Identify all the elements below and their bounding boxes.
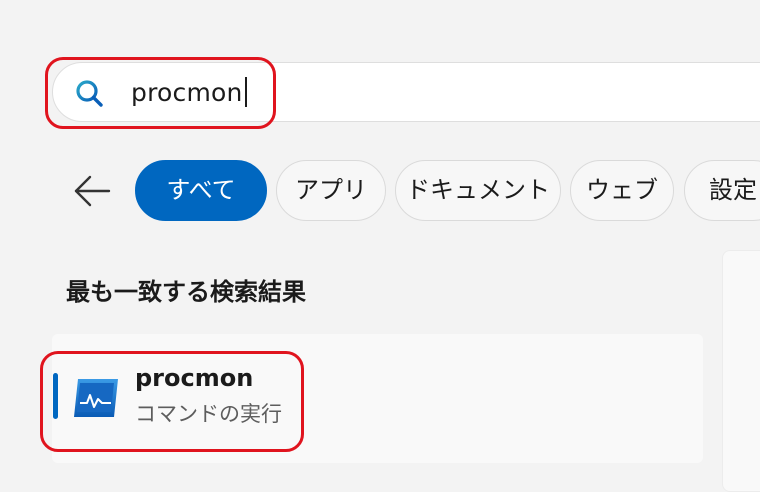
back-arrow-icon[interactable] xyxy=(72,170,114,212)
result-highlight-annotation xyxy=(40,351,304,452)
filter-chip-documents[interactable]: ドキュメント xyxy=(395,160,561,221)
filter-chip-all[interactable]: すべて xyxy=(135,160,267,221)
filter-chip-label: ドキュメント xyxy=(406,176,550,204)
search-highlight-annotation xyxy=(45,57,276,129)
filter-chip-settings[interactable]: 設定 xyxy=(684,160,760,221)
filter-chip-web[interactable]: ウェブ xyxy=(570,160,674,221)
filter-chip-label: 設定 xyxy=(709,176,757,204)
filter-chip-apps[interactable]: アプリ xyxy=(276,160,386,221)
preview-pane xyxy=(722,250,760,492)
filter-chip-label: ウェブ xyxy=(586,176,658,204)
filter-chip-label: すべて xyxy=(166,176,236,204)
filter-chip-label: アプリ xyxy=(295,176,367,204)
best-match-heading: 最も一致する検索結果 xyxy=(66,278,306,306)
